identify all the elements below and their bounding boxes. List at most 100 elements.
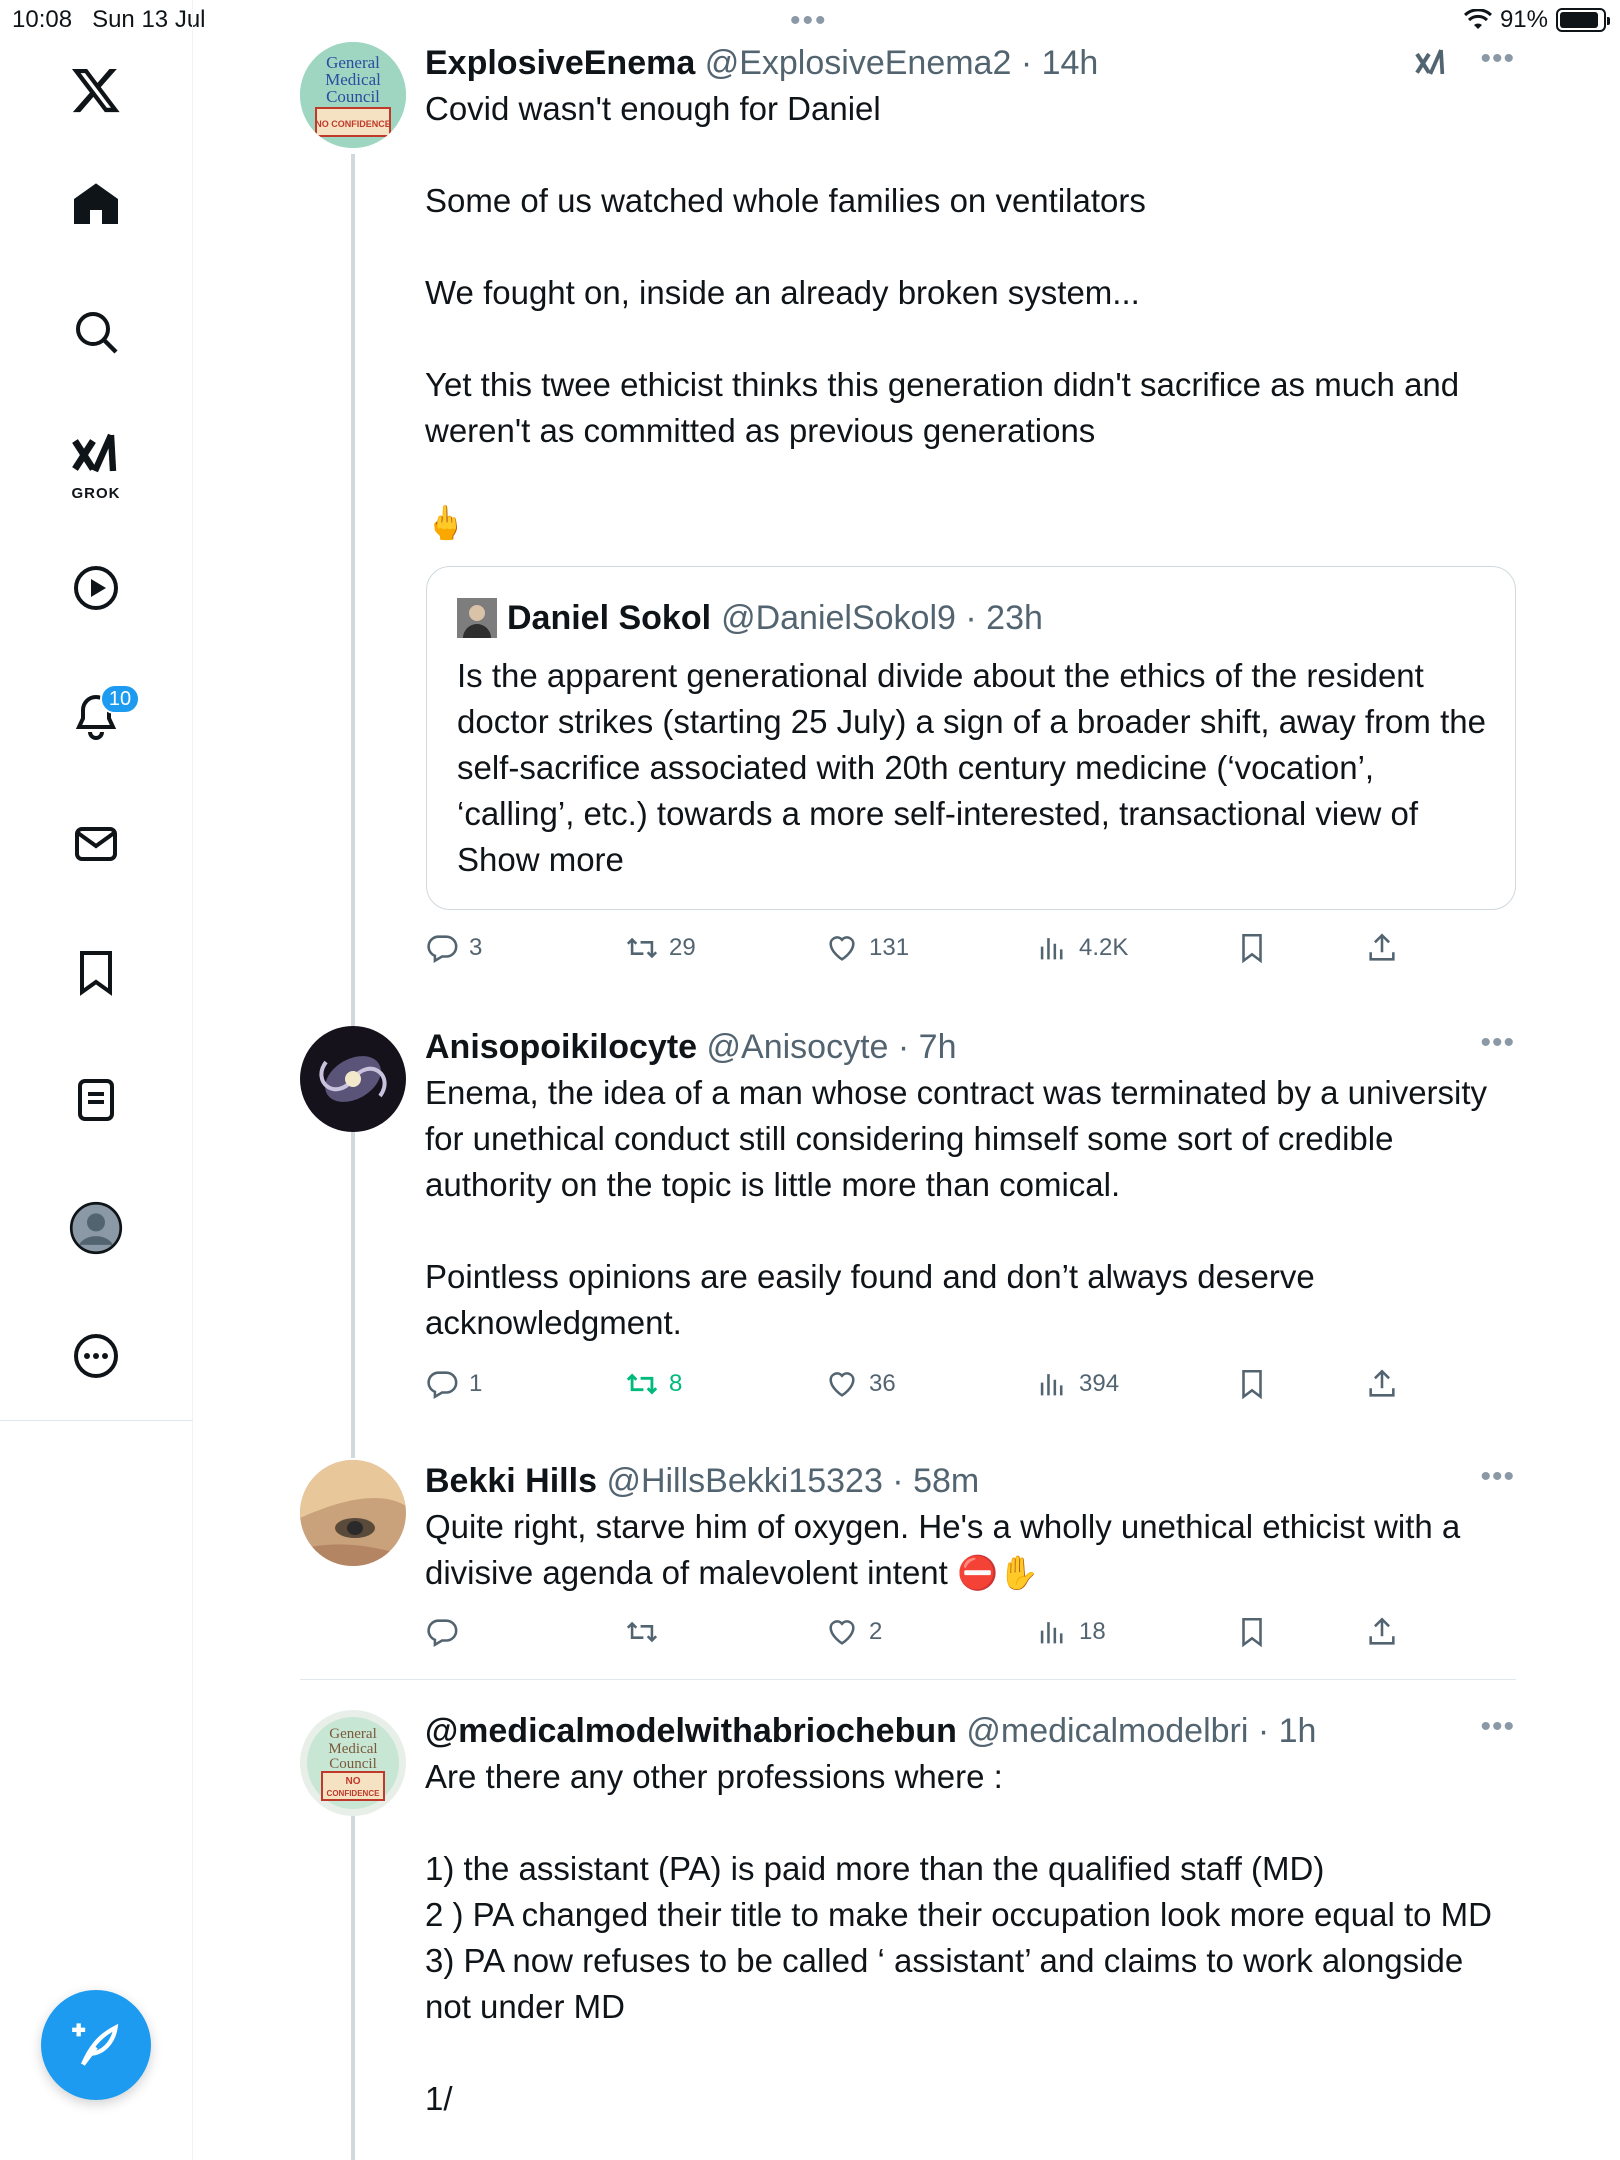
repost-count: 8	[669, 1370, 683, 1397]
share-button[interactable]	[1365, 1612, 1399, 1652]
like-button[interactable]: 36	[825, 1364, 896, 1404]
tweet-header: Bekki Hills @HillsBekki15323 · 58m	[425, 1460, 1515, 1502]
repost-button[interactable]	[625, 1612, 669, 1652]
reply-icon	[427, 1619, 458, 1648]
views-button[interactable]: 4.2K	[1035, 928, 1128, 968]
repost-count: 29	[669, 934, 696, 961]
author-name[interactable]: @medicalmodelwithabriochebun	[425, 1712, 957, 1750]
heart-icon	[829, 1372, 855, 1397]
tweet-time[interactable]: 7h	[919, 1028, 957, 1066]
tweet-body: @medicalmodelwithabriochebun @medicalmod…	[425, 1710, 1515, 2122]
svg-text:NO: NO	[346, 1776, 361, 1787]
header-separator: ·	[882, 1462, 914, 1500]
home-icon[interactable]	[50, 158, 142, 250]
quoted-author-handle: @DanielSokol9 · 23h	[721, 599, 1043, 637]
header-separator: ·	[1011, 44, 1042, 82]
view-count: 4.2K	[1079, 934, 1129, 961]
like-count: 2	[869, 1618, 883, 1645]
bookmark-button[interactable]	[1235, 1612, 1269, 1652]
repost-icon	[626, 1621, 658, 1643]
grok-icon[interactable]: GROK	[50, 412, 142, 512]
header-separator: ·	[1248, 1712, 1279, 1750]
tweet[interactable]: General Medical Council NO CONFIDENCE @m…	[300, 1710, 1516, 2160]
tweet-actions: 2 18	[425, 1612, 1515, 1662]
views-button[interactable]: 18	[1035, 1612, 1106, 1652]
author-handle[interactable]: @medicalmodelbri	[966, 1712, 1248, 1750]
compose-button[interactable]	[41, 1990, 151, 2100]
multitasking-dots-icon[interactable]: •••	[790, 4, 828, 38]
quoted-tweet-text: Is the apparent generational divide abou…	[457, 657, 1486, 878]
share-button[interactable]	[1365, 1364, 1399, 1404]
header-separator: ·	[888, 1028, 919, 1066]
sidebar-divider	[0, 1420, 193, 1421]
reply-button[interactable]	[425, 1612, 469, 1652]
quoted-avatar	[457, 598, 497, 638]
messages-icon[interactable]	[50, 798, 142, 890]
share-button[interactable]	[1365, 928, 1399, 968]
author-handle[interactable]: @ExplosiveEnema2	[705, 44, 1012, 82]
avatar[interactable]: General Medical Council NO CONFIDENCE	[300, 42, 406, 148]
reply-count: 3	[469, 934, 483, 961]
video-icon[interactable]	[50, 542, 142, 634]
bookmark-icon	[1242, 933, 1262, 964]
notifications-icon[interactable]: 10	[50, 670, 142, 762]
quoted-tweet[interactable]: Daniel Sokol @DanielSokol9 · 23h Is the …	[426, 566, 1516, 910]
like-count: 131	[869, 934, 910, 961]
more-icon[interactable]	[50, 1310, 142, 1402]
author-handle[interactable]: @Anisocyte	[707, 1028, 889, 1066]
author-name[interactable]: Bekki Hills	[425, 1462, 597, 1500]
reply-button[interactable]: 1	[425, 1364, 482, 1404]
heart-icon	[829, 936, 855, 961]
tweet-body: Bekki Hills @HillsBekki15323 · 58m ••• Q…	[425, 1460, 1515, 1596]
sidebar: GROK 10	[0, 0, 193, 2160]
tweet[interactable]: Anisopoikilocyte @Anisocyte · 7h ••• Ene…	[300, 1026, 1516, 1446]
like-count: 36	[869, 1370, 896, 1397]
more-options-icon[interactable]: •••	[1480, 1460, 1515, 1494]
battery-icon	[1556, 8, 1610, 32]
reply-icon	[427, 1371, 458, 1400]
repost-button[interactable]: 29	[625, 928, 696, 968]
grok-icon[interactable]	[1413, 44, 1449, 80]
lists-icon[interactable]	[50, 1054, 142, 1146]
avatar[interactable]	[300, 1460, 406, 1566]
tweet-divider	[300, 1679, 1516, 1680]
reply-icon	[427, 935, 458, 964]
author-name[interactable]: ExplosiveEnema	[425, 44, 695, 82]
view-count: 18	[1079, 1618, 1106, 1645]
svg-text:NO CONFIDENCE: NO CONFIDENCE	[315, 119, 391, 129]
reply-count: 1	[469, 1370, 483, 1397]
x-logo-icon[interactable]	[50, 44, 142, 136]
views-icon	[1040, 1622, 1063, 1644]
like-button[interactable]: 2	[825, 1612, 882, 1652]
tweet-time[interactable]: 58m	[913, 1462, 979, 1500]
avatar[interactable]: General Medical Council NO CONFIDENCE	[300, 1710, 406, 1816]
reply-button[interactable]: 3	[425, 928, 482, 968]
tweet-time[interactable]: 14h	[1042, 44, 1099, 82]
tweet[interactable]: Bekki Hills @HillsBekki15323 · 58m ••• Q…	[300, 1460, 1516, 1660]
tweet-text: Are there any other professions where : …	[425, 1758, 1492, 2117]
tweet-time[interactable]: 1h	[1279, 1712, 1317, 1750]
views-button[interactable]: 394	[1035, 1364, 1119, 1404]
bookmarks-icon[interactable]	[50, 926, 142, 1018]
compose-icon	[72, 2023, 119, 2066]
bookmark-icon	[1242, 1617, 1262, 1648]
more-options-icon[interactable]: •••	[1480, 1026, 1515, 1060]
like-button[interactable]: 131	[825, 928, 909, 968]
tweet[interactable]: General Medical Council NO CONFIDENCE Ex…	[300, 42, 1516, 964]
author-handle[interactable]: @HillsBekki15323	[606, 1462, 882, 1500]
battery-percent: 91%	[1499, 6, 1548, 33]
svg-text:General: General	[329, 1726, 376, 1742]
more-options-icon[interactable]: •••	[1480, 1710, 1515, 1744]
avatar[interactable]	[300, 1026, 406, 1132]
profile-icon[interactable]	[50, 1182, 142, 1274]
repost-button[interactable]: 8	[625, 1364, 682, 1404]
bookmark-button[interactable]	[1235, 928, 1269, 968]
status-bar: 10:08 Sun 13 Jul ••• 91%	[0, 0, 1620, 40]
author-name[interactable]: Anisopoikilocyte	[425, 1028, 697, 1066]
search-icon[interactable]	[50, 286, 142, 378]
bookmark-button[interactable]	[1235, 1364, 1269, 1404]
notifications-badge: 10	[100, 684, 140, 714]
tweet-header: Anisopoikilocyte @Anisocyte · 7h	[425, 1026, 1515, 1068]
more-options-icon[interactable]: •••	[1480, 42, 1515, 76]
tweet-body: Anisopoikilocyte @Anisocyte · 7h ••• Ene…	[425, 1026, 1515, 1346]
